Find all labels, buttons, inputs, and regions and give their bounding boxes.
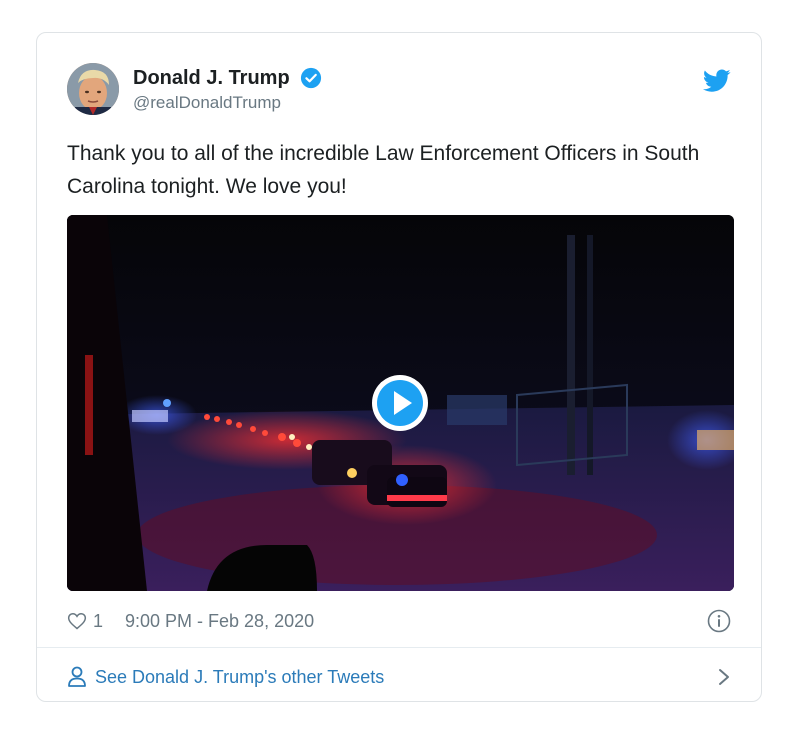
like-button[interactable]: 1 bbox=[67, 607, 103, 635]
avatar[interactable] bbox=[67, 63, 119, 115]
like-count: 1 bbox=[93, 610, 104, 631]
verified-badge-icon bbox=[301, 67, 322, 89]
display-name[interactable]: Donald J. Trump bbox=[133, 65, 290, 91]
tweet-header: Donald J. Trump @realDonaldTrump bbox=[67, 63, 731, 119]
tweet-meta: 1 9:00 PM - Feb 28, 2020 bbox=[67, 607, 731, 635]
heart-icon bbox=[67, 612, 87, 630]
tweet-card: Donald J. Trump @realDonaldTrump Thank y… bbox=[36, 32, 762, 702]
see-more-label[interactable]: See Donald J. Trump's other Tweets bbox=[95, 667, 384, 688]
tweet-text: Thank you to all of the incredible Law E… bbox=[67, 142, 700, 198]
divider bbox=[37, 647, 761, 648]
author-block[interactable]: Donald J. Trump @realDonaldTrump bbox=[133, 65, 322, 115]
video-player[interactable] bbox=[67, 215, 734, 591]
user-handle[interactable]: @realDonaldTrump bbox=[133, 91, 322, 115]
chevron-right-icon[interactable] bbox=[717, 667, 731, 687]
play-icon[interactable] bbox=[370, 373, 430, 433]
timestamp[interactable]: 9:00 PM - Feb 28, 2020 bbox=[125, 607, 314, 635]
info-icon[interactable] bbox=[707, 609, 731, 633]
person-icon bbox=[68, 666, 86, 687]
twitter-bird-icon[interactable] bbox=[703, 69, 731, 93]
see-more-tweets-link[interactable]: See Donald J. Trump's other Tweets bbox=[67, 663, 731, 691]
